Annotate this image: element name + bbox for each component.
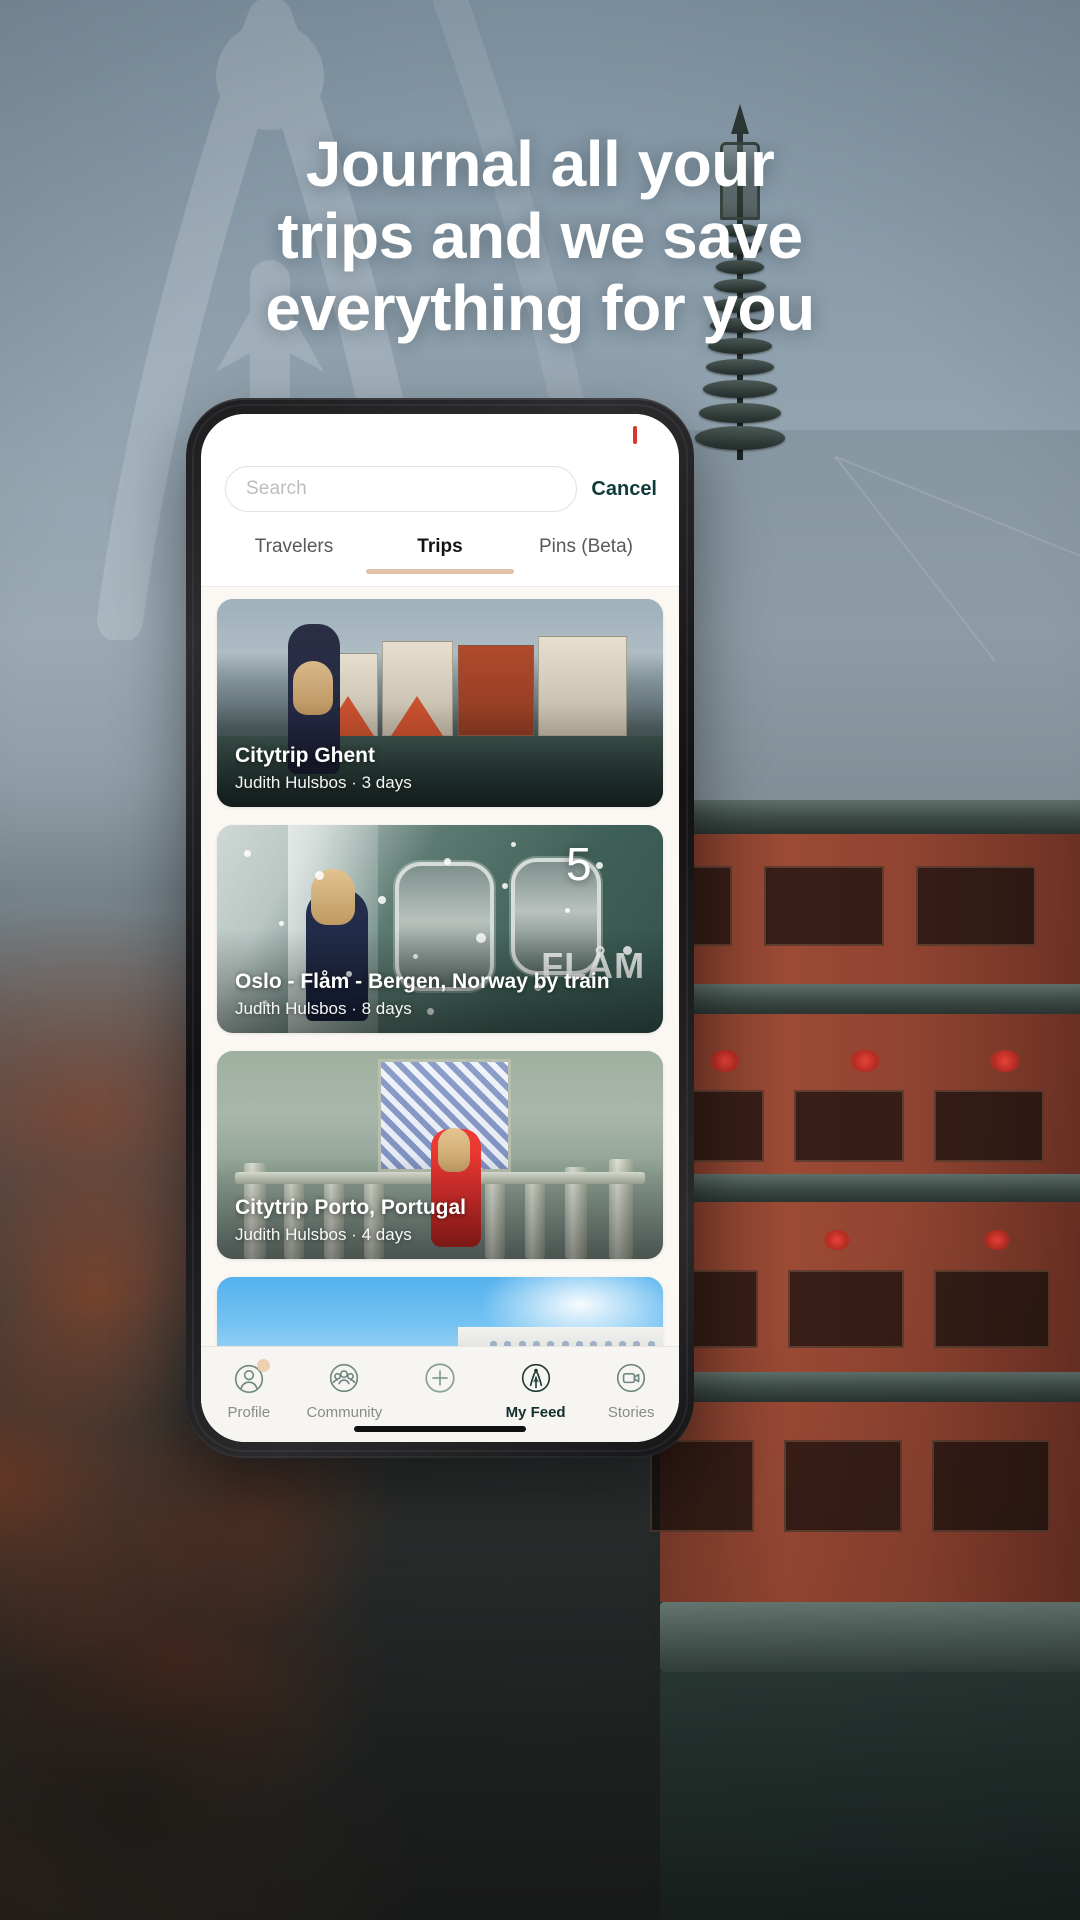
search-tabs: Travelers Trips Pins (Beta) (201, 532, 679, 586)
nav-label-my-feed: My Feed (505, 1404, 566, 1421)
community-icon (325, 1359, 363, 1397)
headline-line-2: trips and we save (277, 200, 803, 272)
nav-label-community: Community (306, 1404, 383, 1421)
page-title: Journal all your trips and we save every… (0, 128, 1080, 344)
background-pagoda (650, 430, 1080, 1920)
trip-card-partial[interactable] (217, 1277, 663, 1346)
nav-item-my-feed[interactable]: My Feed (488, 1359, 584, 1421)
tab-travelers[interactable]: Travelers (221, 532, 367, 558)
trip-card-meta: Citytrip Ghent Judith Hulsbos · 3 days (235, 743, 645, 793)
trip-card-meta: Citytrip Porto, Portugal Judith Hulsbos … (235, 1195, 645, 1245)
nav-label-profile: Profile (227, 1404, 271, 1421)
nav-item-stories[interactable]: Stories (583, 1359, 679, 1421)
nav-item-community[interactable]: Community (297, 1359, 393, 1421)
compass-icon (517, 1359, 555, 1397)
trip-subtitle: Judith Hulsbos · 8 days (235, 999, 412, 1018)
trip-card-ghent[interactable]: Citytrip Ghent Judith Hulsbos · 3 days (217, 599, 663, 807)
phone-screen: Search Cancel Travelers Trips Pins (Beta… (201, 414, 679, 1442)
stories-icon (612, 1359, 650, 1397)
tab-trips[interactable]: Trips (367, 532, 513, 558)
trip-title: Citytrip Porto, Portugal (235, 1196, 466, 1219)
headline-line-1: Journal all your (305, 128, 775, 200)
search-row: Search Cancel (201, 466, 679, 512)
trip-card-norway[interactable]: 5 FLÅM (217, 825, 663, 1033)
trip-subtitle: Judith Hulsbos · 3 days (235, 773, 412, 792)
search-input[interactable]: Search (225, 466, 578, 512)
recording-indicator-icon (633, 426, 637, 444)
trip-cover-photo (217, 1277, 663, 1346)
trip-subtitle: Judith Hulsbos · 4 days (235, 1225, 412, 1244)
promo-screenshot: Journal all your trips and we save every… (0, 0, 1080, 1920)
trip-card-porto[interactable]: Citytrip Porto, Portugal Judith Hulsbos … (217, 1051, 663, 1259)
home-indicator[interactable] (354, 1426, 526, 1432)
add-icon (421, 1359, 459, 1397)
search-placeholder: Search (246, 478, 307, 499)
status-bar (201, 414, 679, 452)
tabs-divider (201, 586, 679, 587)
tab-pins-beta[interactable]: Pins (Beta) (513, 532, 659, 558)
phone-mockup: Search Cancel Travelers Trips Pins (Beta… (186, 398, 694, 1458)
trip-title: Oslo - Flåm - Bergen, Norway by train (235, 970, 610, 993)
profile-badge (256, 1359, 270, 1372)
headline-line-3: everything for you (265, 272, 815, 344)
profile-icon (230, 1359, 270, 1397)
trip-title: Citytrip Ghent (235, 744, 375, 767)
nav-label-stories: Stories (607, 1404, 655, 1421)
cancel-button[interactable]: Cancel (591, 478, 657, 501)
trip-results-list[interactable]: Citytrip Ghent Judith Hulsbos · 3 days 5… (201, 587, 679, 1346)
nav-item-profile[interactable]: Profile (201, 1359, 297, 1421)
trip-card-meta: Oslo - Flåm - Bergen, Norway by train Ju… (235, 969, 645, 1019)
nav-item-add[interactable] (392, 1359, 488, 1404)
